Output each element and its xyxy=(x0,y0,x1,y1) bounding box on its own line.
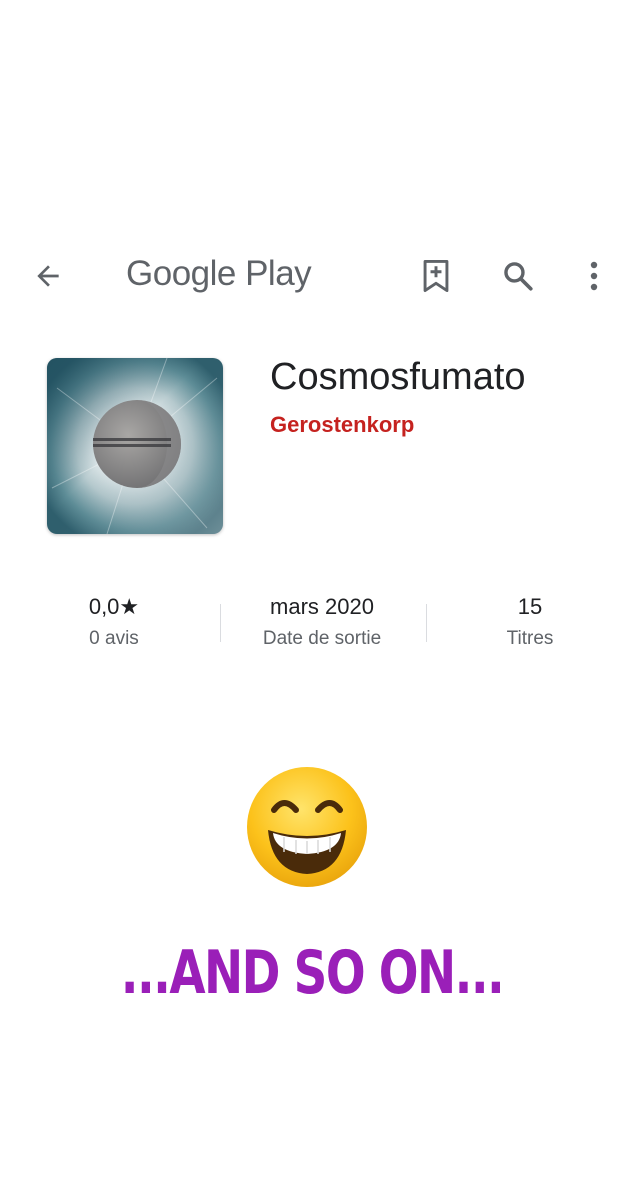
more-options-button[interactable] xyxy=(574,256,614,296)
album-cover-eclipse xyxy=(47,358,223,534)
tracks-label: Titres xyxy=(506,628,554,649)
search-button[interactable] xyxy=(498,256,538,296)
rating-value-row: 0,0★ xyxy=(46,590,182,624)
release-date-label: Date de sortie xyxy=(262,628,382,649)
album-title: Cosmosfumato xyxy=(270,356,526,398)
release-date-value: mars 2020 xyxy=(270,594,374,619)
add-to-wishlist-button[interactable] xyxy=(416,256,456,296)
more-vert-icon xyxy=(590,261,598,291)
rating-stat[interactable]: 0,0★ 0 avis xyxy=(46,590,182,654)
bookmark-add-icon xyxy=(423,259,449,293)
album-stats-row: 0,0★ 0 avis mars 2020 Date de sortie 15 … xyxy=(0,590,624,670)
star-icon: ★ xyxy=(119,594,140,619)
rating-value: 0,0 xyxy=(88,594,120,619)
back-button[interactable] xyxy=(28,258,68,294)
search-icon xyxy=(504,262,533,291)
tracks-stat: 15 Titres xyxy=(460,590,600,654)
stat-divider xyxy=(220,604,221,642)
tracks-count-value: 15 xyxy=(517,594,543,619)
release-date-stat: mars 2020 Date de sortie xyxy=(230,590,414,654)
album-cover[interactable] xyxy=(47,358,223,534)
rating-label: 0 avis xyxy=(89,628,139,649)
stat-divider xyxy=(426,604,427,642)
top-app-bar: Google Play xyxy=(0,244,624,308)
grinning-face-with-smiling-eyes-emoji xyxy=(244,764,370,890)
artist-link[interactable]: Gerostenkorp xyxy=(270,412,414,438)
app-brand-title: Google Play xyxy=(126,254,312,293)
arrow-back-icon xyxy=(37,265,59,287)
caption-text: ...AND SO ON... xyxy=(120,938,505,1008)
